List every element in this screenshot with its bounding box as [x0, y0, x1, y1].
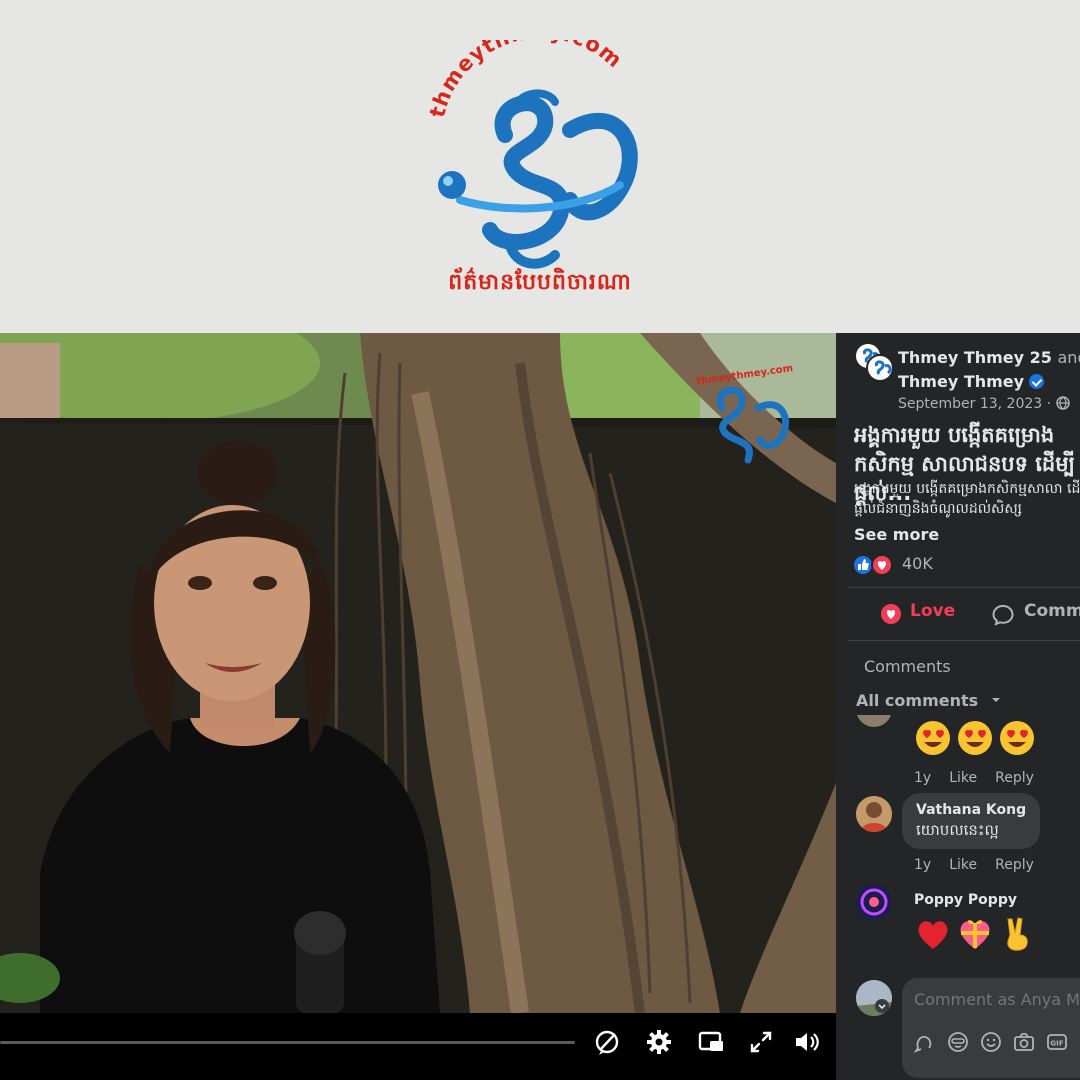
avatar[interactable]	[856, 884, 892, 920]
video-progress-bar[interactable]	[0, 1041, 575, 1044]
comment-author[interactable]: Poppy Poppy	[914, 891, 1017, 909]
avatar[interactable]	[856, 980, 892, 1016]
comment-bubble: Vathana Kong យោបលនេះល្អ	[902, 793, 1041, 849]
settings-icon[interactable]	[644, 1027, 674, 1057]
video-frame[interactable]: thmeythmey.com	[0, 333, 836, 1013]
divider	[848, 587, 1080, 588]
reaction-count[interactable]: 40K	[902, 554, 933, 573]
reaction-icons[interactable]	[852, 553, 896, 577]
avatar-sticker-icon[interactable]	[912, 1030, 936, 1054]
see-more-link[interactable]: See more	[854, 525, 939, 544]
avatar[interactable]	[866, 354, 894, 382]
comment-text: យោបលនេះល្អ	[916, 821, 999, 839]
red-heart-emoji-icon	[918, 921, 948, 949]
comment-like-link[interactable]: Like	[949, 770, 977, 786]
love-icon	[881, 604, 901, 624]
poster-names: Thmey Thmey 25 and Thmey Thmey	[898, 346, 1080, 394]
post-body: អង្គការមួយ បង្កើតគម្រោងកសិកម្មសាលា ដើម្ប…	[854, 481, 1080, 517]
victory-hand-emoji-icon	[1007, 917, 1028, 951]
fullscreen-icon[interactable]	[746, 1027, 776, 1057]
comment-reply-link[interactable]: Reply	[995, 770, 1034, 786]
poster-primary-link[interactable]: Thmey Thmey 25	[898, 348, 1052, 367]
heart-eyes-emoji-icon	[916, 721, 950, 755]
emoji-icon[interactable]	[979, 1030, 1003, 1054]
comment-emoji-row	[914, 719, 1036, 757]
svg-text:GIF: GIF	[1050, 1040, 1063, 1048]
avatar[interactable]	[856, 796, 892, 832]
comment-composer: GIF	[902, 978, 1080, 1078]
gif-icon[interactable]: GIF	[1045, 1030, 1069, 1054]
post-side-panel: Thmey Thmey 25 and Thmey Thmey September…	[836, 333, 1080, 1080]
gift-heart-emoji-icon	[960, 920, 990, 949]
brand-banner: thmeythmey.com ព័ត៌មានបែបពិចារណា	[0, 0, 1080, 333]
and-text: and	[1057, 348, 1080, 367]
avatar-face-icon[interactable]	[946, 1030, 970, 1054]
comment-time: 1y	[914, 770, 932, 786]
video-player[interactable]: thmeythmey.com	[0, 333, 836, 1080]
heart-eyes-emoji-icon	[958, 721, 992, 755]
comment-input[interactable]	[914, 990, 1080, 1009]
verified-badge-icon	[1029, 374, 1045, 389]
divider	[848, 640, 1080, 641]
poster-secondary-link[interactable]: Thmey Thmey	[898, 372, 1024, 391]
comment-reply-link[interactable]: Reply	[995, 857, 1034, 873]
comment-emoji-row	[914, 915, 1036, 953]
comment-meta: 1y Like Reply	[914, 770, 1034, 786]
camera-icon[interactable]	[1012, 1030, 1036, 1054]
comment-button[interactable]: Comment	[1024, 601, 1080, 621]
volume-icon[interactable]	[792, 1027, 822, 1057]
globe-icon	[1055, 396, 1070, 410]
no-captions-icon[interactable]	[592, 1027, 622, 1057]
comment-meta: 1y Like Reply	[914, 857, 1034, 873]
heart-eyes-emoji-icon	[1000, 721, 1034, 755]
love-button[interactable]: Love	[910, 601, 955, 621]
post-date[interactable]: September 13, 2023 ·	[898, 396, 1070, 412]
picture-in-picture-icon[interactable]	[696, 1027, 726, 1057]
video-controls	[0, 1013, 836, 1080]
brand-tagline: ព័ត៌មានបែបពិចារណា	[448, 270, 632, 295]
all-comments-dropdown[interactable]: All comments	[856, 691, 1002, 710]
comment-icon	[992, 604, 1014, 626]
chevron-down-icon	[991, 698, 1000, 702]
comment-time: 1y	[914, 857, 932, 873]
comments-heading: Comments	[864, 657, 951, 676]
comment-author[interactable]: Vathana Kong	[916, 801, 1026, 819]
comment-like-link[interactable]: Like	[949, 857, 977, 873]
